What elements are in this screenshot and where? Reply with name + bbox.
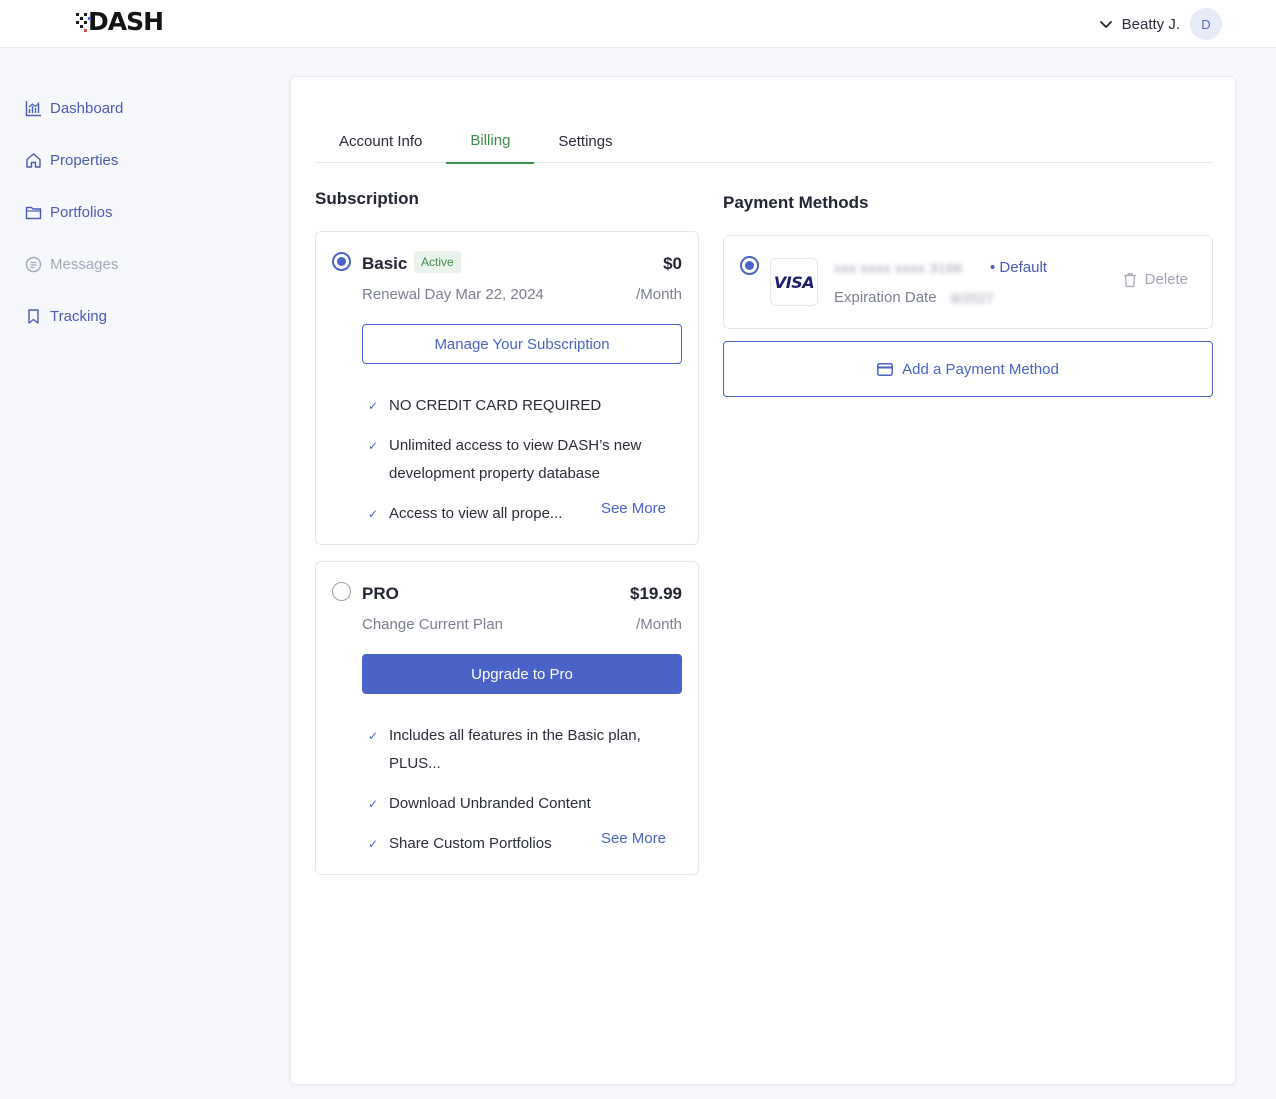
sidebar-item-label: Messages [50, 255, 119, 273]
check-icon: ✓ [368, 399, 379, 413]
feature-item: ✓ Access to view all prope... [368, 500, 568, 528]
subscription-title: Subscription [315, 189, 419, 208]
plan-radio-basic[interactable] [332, 252, 351, 271]
chart-icon [24, 99, 42, 117]
sidebar-item-label: Properties [50, 151, 119, 169]
bookmark-icon [24, 307, 42, 325]
feature-item: ✓ Download Unbranded Content [368, 790, 668, 818]
plan-name: PRO [362, 584, 399, 603]
plan-subtitle: Change Current Plan [362, 616, 503, 633]
trash-icon [1123, 272, 1136, 287]
check-icon: ✓ [368, 797, 379, 811]
card-brand: VISA [773, 272, 815, 292]
feature-text: Download Unbranded Content [389, 795, 591, 812]
logo-pixel-mark [76, 10, 91, 32]
feature-item: ✓ Unlimited access to view DASH’s new de… [368, 432, 668, 488]
sidebar-item-tracking[interactable]: Tracking [24, 300, 224, 332]
logo-text: DASH [88, 6, 164, 36]
status-badge: Active [414, 251, 461, 273]
sidebar-item-label: Tracking [50, 307, 107, 325]
delete-label: Delete [1144, 271, 1188, 288]
expiration-value: 8/2027 [951, 290, 994, 306]
feature-text: NO CREDIT CARD REQUIRED [389, 397, 602, 414]
tab-bar: Account Info Billing Settings [315, 117, 1213, 164]
billing-panel: Account Info Billing Settings Subscripti… [290, 76, 1236, 1085]
feature-text: Share Custom Portfolios [389, 835, 552, 852]
check-icon: ✓ [368, 439, 379, 453]
feature-text: Access to view all prope... [389, 505, 563, 522]
feature-text: Includes all features in the Basic plan,… [389, 727, 641, 772]
sidebar-item-label: Portfolios [50, 203, 113, 221]
top-bar: DASH Beatty J. D [0, 0, 1276, 48]
feature-item: ✓ Share Custom Portfolios [368, 830, 568, 858]
tab-billing[interactable]: Billing [446, 118, 535, 164]
sidebar: Dashboard Properties Portfolios Messages… [24, 92, 224, 352]
credit-card-icon [877, 362, 894, 376]
sidebar-item-portfolios[interactable]: Portfolios [24, 196, 224, 228]
sidebar-item-messages[interactable]: Messages [24, 248, 224, 280]
expiration-label: Expiration Date [834, 289, 937, 306]
tab-account-info[interactable]: Account Info [315, 118, 446, 164]
see-more-link[interactable]: See More [601, 830, 666, 847]
user-menu[interactable]: Beatty J. D [1098, 8, 1222, 40]
add-payment-method-button[interactable]: Add a Payment Method [723, 341, 1213, 397]
plan-period: /Month [636, 286, 682, 303]
feature-text: Unlimited access to view DASH’s new deve… [389, 437, 642, 482]
manage-subscription-button[interactable]: Manage Your Subscription [362, 324, 682, 364]
check-icon: ✓ [368, 729, 379, 743]
payment-method-radio[interactable] [740, 256, 759, 275]
sidebar-item-dashboard[interactable]: Dashboard [24, 92, 224, 124]
feature-item: ✓ Includes all features in the Basic pla… [368, 722, 668, 778]
check-icon: ✓ [368, 837, 379, 851]
folder-icon [24, 203, 42, 221]
sidebar-item-label: Dashboard [50, 99, 124, 117]
payment-methods-title: Payment Methods [723, 193, 869, 212]
plan-name: Basic [362, 254, 408, 273]
home-icon [24, 151, 42, 169]
sidebar-item-properties[interactable]: Properties [24, 144, 224, 176]
see-more-link[interactable]: See More [601, 500, 666, 517]
dash-logo[interactable]: DASH [76, 6, 164, 36]
payment-method-card: VISA xxx xxxx xxxx 3166 • Default Expira… [723, 235, 1213, 329]
visa-logo: VISA [770, 258, 818, 306]
user-name: Beatty J. [1121, 15, 1180, 33]
tab-settings[interactable]: Settings [534, 118, 636, 164]
plan-renewal-date: Renewal Day Mar 22, 2024 [362, 286, 544, 303]
upgrade-to-pro-button[interactable]: Upgrade to Pro [362, 654, 682, 694]
plan-price: $0 [663, 254, 682, 273]
message-icon [24, 255, 42, 273]
plan-card-pro: PRO $19.99 Change Current Plan /Month Up… [315, 561, 699, 875]
add-payment-label: Add a Payment Method [902, 360, 1059, 378]
feature-item: ✓ NO CREDIT CARD REQUIRED [368, 392, 668, 420]
plan-radio-pro[interactable] [332, 582, 351, 601]
chevron-down-icon [1099, 21, 1112, 28]
default-label: • Default [990, 259, 1047, 276]
avatar[interactable]: D [1190, 8, 1222, 40]
plan-card-basic: Basic Active $0 Renewal Day Mar 22, 2024… [315, 231, 699, 545]
plan-price: $19.99 [630, 584, 682, 603]
check-icon: ✓ [368, 507, 379, 521]
delete-payment-button[interactable]: Delete [1123, 271, 1188, 288]
plan-period: /Month [636, 616, 682, 633]
masked-card-number: xxx xxxx xxxx 3166 [834, 260, 963, 276]
